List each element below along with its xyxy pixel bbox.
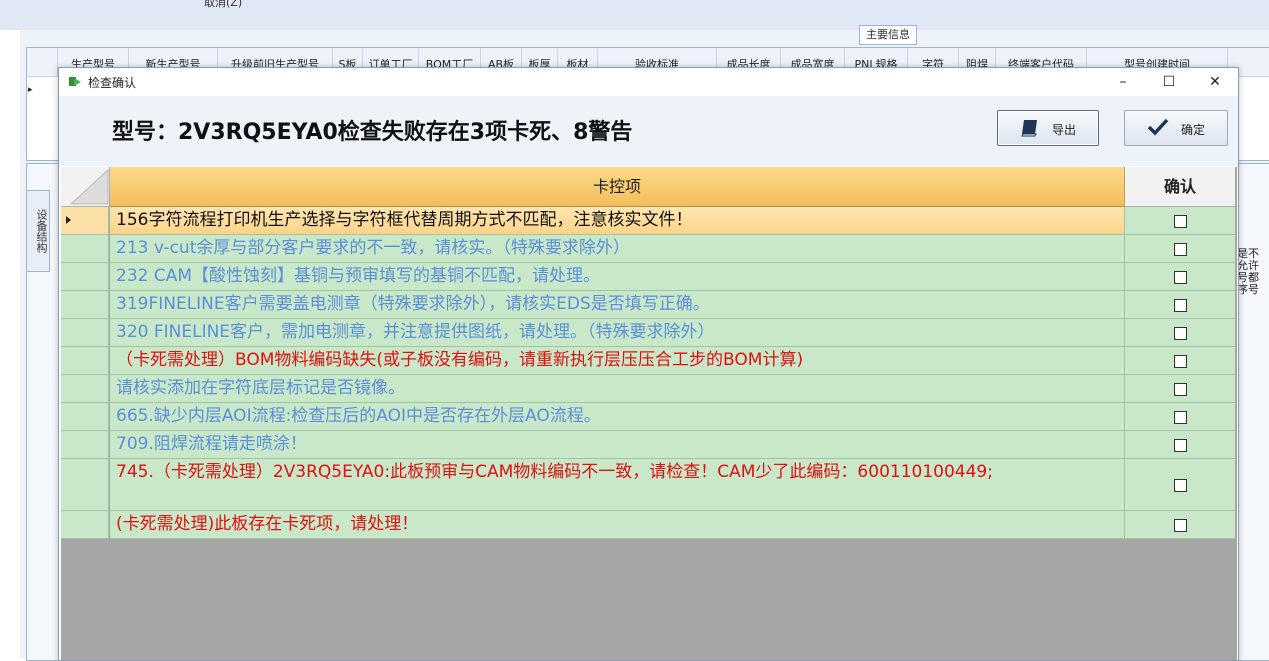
confirm-checkbox-cell[interactable] [1125,207,1235,235]
table-row[interactable]: 745.（卡死需处理）2V3RQ5EYA0:此板预审与CAM物料编码不一致，请检… [61,459,1235,511]
confirm-checkbox-cell[interactable] [1125,431,1235,459]
side-tab[interactable]: 设备结构 [26,190,50,272]
row-header[interactable] [61,403,109,431]
row-text[interactable]: 709.阻焊流程请走喷涂！ [110,431,1125,459]
confirm-checkbox-cell[interactable] [1125,403,1235,431]
confirm-checkbox[interactable] [1174,326,1187,340]
row-header[interactable] [61,291,109,319]
column-header-confirm[interactable]: 确认 [1125,167,1235,207]
export-button[interactable]: 导出 [997,110,1099,146]
cancel-button[interactable]: 取消(Z) [204,0,242,10]
confirm-checkbox[interactable] [1174,214,1187,228]
maximize-button[interactable]: ☐ [1146,68,1192,96]
confirm-checkbox-cell[interactable] [1125,319,1235,347]
confirm-checkbox-cell[interactable] [1125,511,1235,539]
check-items-table: 卡控项 确认 156字符流程打印机生产选择与字符框代替周期方式不匹配，注意核实文… [61,167,1237,660]
book-icon [1021,120,1037,137]
column-header-item[interactable]: 卡控项 [110,167,1125,207]
confirm-checkbox-cell[interactable] [1125,263,1235,291]
dialog-title: 检查确认 [88,76,137,90]
row-text[interactable]: （卡死需处理）BOM物料编码缺失(或子板没有编码，请重新执行层压压合工步的BOM… [110,347,1125,375]
table-corner[interactable] [61,167,110,207]
check-icon [1147,118,1169,136]
row-indicator-icon: ▸ [28,85,33,95]
row-header[interactable] [61,263,109,291]
ok-label: 确定 [1181,123,1206,137]
table-row[interactable]: （卡死需处理）BOM物料编码缺失(或子板没有编码，请重新执行层压压合工步的BOM… [61,347,1235,375]
grid-col-blank [27,48,58,76]
app-icon [69,77,81,86]
table-row[interactable]: 156字符流程打印机生产选择与字符框代替周期方式不匹配，注意核实文件！ [61,207,1235,235]
check-confirm-dialog: 检查确认 – ☐ ✕ 型号：2V3RQ5EYA0检查失败存在3项卡死、8警告 导… [58,67,1239,661]
background-left-strip [0,30,20,659]
confirm-checkbox-cell[interactable] [1125,459,1235,511]
ok-button[interactable]: 确定 [1124,110,1228,146]
row-text[interactable]: 213 v-cut余厚与部分客户要求的不一致，请核实。（特殊要求除外） [110,235,1125,263]
table-row[interactable]: 请核实添加在字符底层标记是否镜像。 [61,375,1235,403]
row-header[interactable] [61,235,109,263]
confirm-checkbox-cell[interactable] [1125,347,1235,375]
confirm-checkbox[interactable] [1174,438,1187,452]
check-result-headline: 型号：2V3RQ5EYA0检查失败存在3项卡死、8警告 [112,120,633,145]
confirm-checkbox-cell[interactable] [1125,375,1235,403]
confirm-checkbox[interactable] [1174,354,1187,368]
group-title: 主要信息 [859,25,917,45]
row-header[interactable] [61,319,109,347]
table-row[interactable]: (卡死需处理)此板存在卡死项，请处理！ [61,511,1235,539]
confirm-checkbox[interactable] [1174,242,1187,256]
row-text[interactable]: 745.（卡死需处理）2V3RQ5EYA0:此板预审与CAM物料编码不一致，请检… [110,459,1125,511]
row-header[interactable] [61,459,109,511]
row-text[interactable]: 请核实添加在字符底层标记是否镜像。 [110,375,1125,403]
row-text[interactable]: 156字符流程打印机生产选择与字符框代替周期方式不匹配，注意核实文件！ [110,207,1125,235]
confirm-checkbox[interactable] [1174,478,1187,492]
row-text[interactable]: 320 FINELINE客户，需加电测章，并注意提供图纸，请处理。（特殊要求除外… [110,319,1125,347]
table-row[interactable]: 665.缺少内层AOI流程:检查压后的AOI中是否存在外层AO流程。 [61,403,1235,431]
dialog-titlebar[interactable]: 检查确认 – ☐ ✕ [59,68,1238,96]
row-text[interactable]: 232 CAM【酸性蚀刻】基铜与预审填写的基铜不匹配，请处理。 [110,263,1125,291]
confirm-checkbox[interactable] [1174,518,1187,532]
close-button[interactable]: ✕ [1192,68,1238,96]
row-text[interactable]: (卡死需处理)此板存在卡死项，请处理！ [110,511,1125,539]
background-toolbar: 取消(Z) [0,0,1269,31]
row-header[interactable] [61,511,109,539]
confirm-checkbox[interactable] [1174,382,1187,396]
table-row[interactable]: 213 v-cut余厚与部分客户要求的不一致，请核实。（特殊要求除外） [61,235,1235,263]
row-text[interactable]: 665.缺少内层AOI流程:检查压后的AOI中是否存在外层AO流程。 [110,403,1125,431]
confirm-checkbox-cell[interactable] [1125,235,1235,263]
row-header[interactable] [61,207,109,235]
background-right-text: 是不允许号都序号 [1237,247,1259,296]
confirm-checkbox[interactable] [1174,270,1187,284]
export-label: 导出 [1052,123,1077,137]
row-header[interactable] [61,347,109,375]
row-text[interactable]: 319FINELINE客户需要盖电测章（特殊要求除外），请核实EDS是否填写正确… [110,291,1125,319]
table-row[interactable]: 232 CAM【酸性蚀刻】基铜与预审填写的基铜不匹配，请处理。 [61,263,1235,291]
confirm-checkbox[interactable] [1174,410,1187,424]
table-row[interactable]: 320 FINELINE客户，需加电测章，并注意提供图纸，请处理。（特殊要求除外… [61,319,1235,347]
minimize-button[interactable]: – [1100,68,1146,96]
confirm-checkbox[interactable] [1174,298,1187,312]
row-header[interactable] [61,431,109,459]
table-row[interactable]: 709.阻焊流程请走喷涂！ [61,431,1235,459]
corner-triangle-icon [69,168,109,205]
current-row-icon [66,216,71,224]
confirm-checkbox-cell[interactable] [1125,291,1235,319]
row-header[interactable] [61,375,109,403]
table-row[interactable]: 319FINELINE客户需要盖电测章（特殊要求除外），请核实EDS是否填写正确… [61,291,1235,319]
